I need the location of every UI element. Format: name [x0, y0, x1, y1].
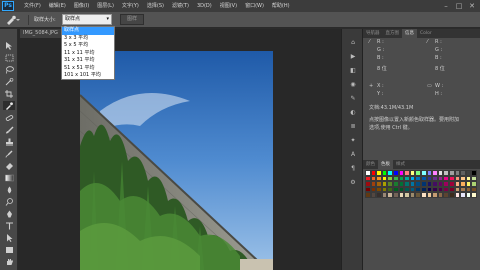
color-swatch[interactable] — [471, 192, 477, 198]
tab-histogram[interactable]: 直方图 — [383, 29, 403, 38]
type-tool-icon[interactable] — [3, 221, 15, 230]
paths-panel-icon[interactable]: ✎ — [348, 93, 358, 103]
menu-layer[interactable]: 图层(L) — [93, 0, 118, 12]
info-g-label: G : — [377, 47, 385, 53]
tab-swatches[interactable]: 色板 — [378, 160, 393, 169]
collapsed-panel-strip: ⌂ ▶ ◧ ◉ ✎ ◐ ≣ ✦ A ¶ ⚙ — [341, 29, 363, 270]
info-doc-size: 文档:43.1M/43.1M — [369, 105, 414, 111]
move-tool-icon[interactable] — [3, 41, 15, 50]
brush-panel-icon[interactable]: ✦ — [348, 135, 358, 145]
tab-styles[interactable]: 样式 — [393, 160, 408, 169]
eyedropper-tool-icon[interactable] — [3, 101, 15, 110]
marquee-tool-icon[interactable] — [3, 53, 15, 62]
maximize-icon[interactable]: □ — [455, 2, 463, 10]
shape-tool-icon[interactable] — [3, 245, 15, 254]
tab-info[interactable]: 信息 — [402, 29, 417, 38]
info-hint-line1: 点按图像以置入新颜色取样器。要用附加 — [369, 117, 460, 123]
dropdown-option[interactable]: 51 x 51 平均 — [62, 65, 114, 73]
pen-tool-icon[interactable] — [3, 209, 15, 218]
menu-image[interactable]: 图像(I) — [70, 0, 93, 12]
minimize-icon[interactable]: – — [442, 2, 450, 10]
dropdown-option[interactable]: 3 x 3 平均 — [62, 35, 114, 43]
info-y-coord-label: Y : — [377, 91, 384, 97]
layers-panel-icon[interactable]: ◧ — [348, 65, 358, 75]
close-icon[interactable]: ✕ — [468, 2, 476, 10]
info-r-label: R : — [377, 39, 384, 45]
character-panel-icon[interactable]: A — [348, 149, 358, 159]
adjustments-panel-icon[interactable]: ◐ — [348, 107, 358, 117]
gradient-tool-icon[interactable] — [3, 173, 15, 182]
info-y-label: B : — [435, 55, 442, 61]
options-divider — [28, 15, 29, 25]
history-brush-tool-icon[interactable] — [3, 149, 15, 158]
eyedropper-readout-2-icon: ⁄ — [427, 39, 428, 45]
dropdown-option[interactable]: 取样点 — [62, 27, 114, 35]
swatches-panel-tabs: 颜色 色板 样式 — [363, 160, 480, 169]
dropdown-option[interactable]: 11 x 11 平均 — [62, 50, 114, 58]
dropdown-option[interactable]: 101 x 101 平均 — [62, 72, 114, 80]
actions-panel-icon[interactable]: ▶ — [348, 51, 358, 61]
sample-size-select[interactable]: 取样点 ▾ — [62, 14, 112, 25]
menu-view[interactable]: 视图(V) — [216, 0, 241, 12]
menu-3d[interactable]: 3D(D) — [193, 0, 216, 12]
info-b-label: B : — [377, 55, 384, 61]
brush-tool-icon[interactable] — [3, 125, 15, 134]
document-tab[interactable]: IMG_5084.JPG — [20, 29, 64, 38]
menu-type[interactable]: 文字(Y) — [118, 0, 143, 12]
sample-size-dropdown: 取样点 3 x 3 平均 5 x 5 平均 11 x 11 平均 31 x 31… — [61, 26, 115, 80]
info-bits-left: 8 位 — [377, 66, 387, 72]
info-x-label: X : — [377, 83, 384, 89]
dropdown-option[interactable]: 5 x 5 平均 — [62, 42, 114, 50]
quick-select-tool-icon[interactable] — [3, 77, 15, 86]
tab-navigator[interactable]: 导航器 — [363, 29, 383, 38]
info-m-label: G : — [435, 47, 443, 53]
menu-filter[interactable]: 滤镜(T) — [168, 0, 193, 12]
eyedropper-readout-icon: ⁄ — [369, 39, 370, 45]
selection-size-icon: ▭ — [427, 83, 432, 89]
healing-brush-tool-icon[interactable] — [3, 113, 15, 122]
menubar: Ps 文件(F) 编辑(E) 图像(I) 图层(L) 文字(Y) 选择(S) 滤… — [0, 0, 480, 12]
path-select-tool-icon[interactable] — [3, 233, 15, 242]
swatches-grid — [365, 170, 477, 198]
menu-items: 文件(F) 编辑(E) 图像(I) 图层(L) 文字(Y) 选择(S) 滤镜(T… — [20, 0, 294, 12]
menu-file[interactable]: 文件(F) — [20, 0, 45, 12]
tab-color[interactable]: Color — [417, 29, 435, 38]
menu-window[interactable]: 窗口(W) — [241, 0, 268, 12]
crop-tool-icon[interactable] — [3, 89, 15, 98]
right-panels: 导航器 直方图 信息 Color ⁄ R : G : B : 8 位 ⁄ R :… — [363, 29, 480, 270]
eyedropper-preset-icon[interactable] — [4, 15, 20, 25]
sample-size-label: 取样大小: — [34, 17, 56, 23]
lasso-tool-icon[interactable] — [3, 65, 15, 74]
canvas-photo[interactable] — [80, 51, 273, 270]
photoshop-logo: Ps — [2, 1, 14, 11]
info-w-label: W : — [435, 83, 444, 89]
tool-presets-icon[interactable]: ⚙ — [348, 177, 358, 187]
info-hint-line2: 选项,使用 Ctrl 键。 — [369, 125, 413, 131]
info-panel-tabs: 导航器 直方图 信息 Color — [363, 29, 480, 38]
toolbox — [0, 29, 18, 270]
sample-option-button[interactable]: 图样 — [120, 14, 144, 25]
blur-tool-icon[interactable] — [3, 185, 15, 194]
sample-size-value: 取样点 — [65, 16, 81, 22]
properties-panel-icon[interactable]: ≣ — [348, 121, 358, 131]
eraser-tool-icon[interactable] — [3, 161, 15, 170]
dropdown-option[interactable]: 31 x 31 平均 — [62, 57, 114, 65]
chevron-down-icon: ▾ — [106, 16, 109, 22]
info-c-label: R : — [435, 39, 442, 45]
info-bits-right: 8 位 — [435, 66, 445, 72]
hand-tool-icon[interactable] — [3, 257, 15, 266]
channels-panel-icon[interactable]: ◉ — [348, 79, 358, 89]
menu-edit[interactable]: 编辑(E) — [45, 0, 70, 12]
info-h-label: H : — [435, 91, 443, 97]
dodge-tool-icon[interactable] — [3, 197, 15, 206]
crosshair-icon: + — [369, 83, 374, 89]
menu-select[interactable]: 选择(S) — [143, 0, 168, 12]
paragraph-panel-icon[interactable]: ¶ — [348, 163, 358, 173]
clone-stamp-tool-icon[interactable] — [3, 137, 15, 146]
tab-color-panel[interactable]: 颜色 — [363, 160, 378, 169]
history-panel-icon[interactable]: ⌂ — [348, 37, 358, 47]
menu-help[interactable]: 帮助(H) — [268, 0, 294, 12]
